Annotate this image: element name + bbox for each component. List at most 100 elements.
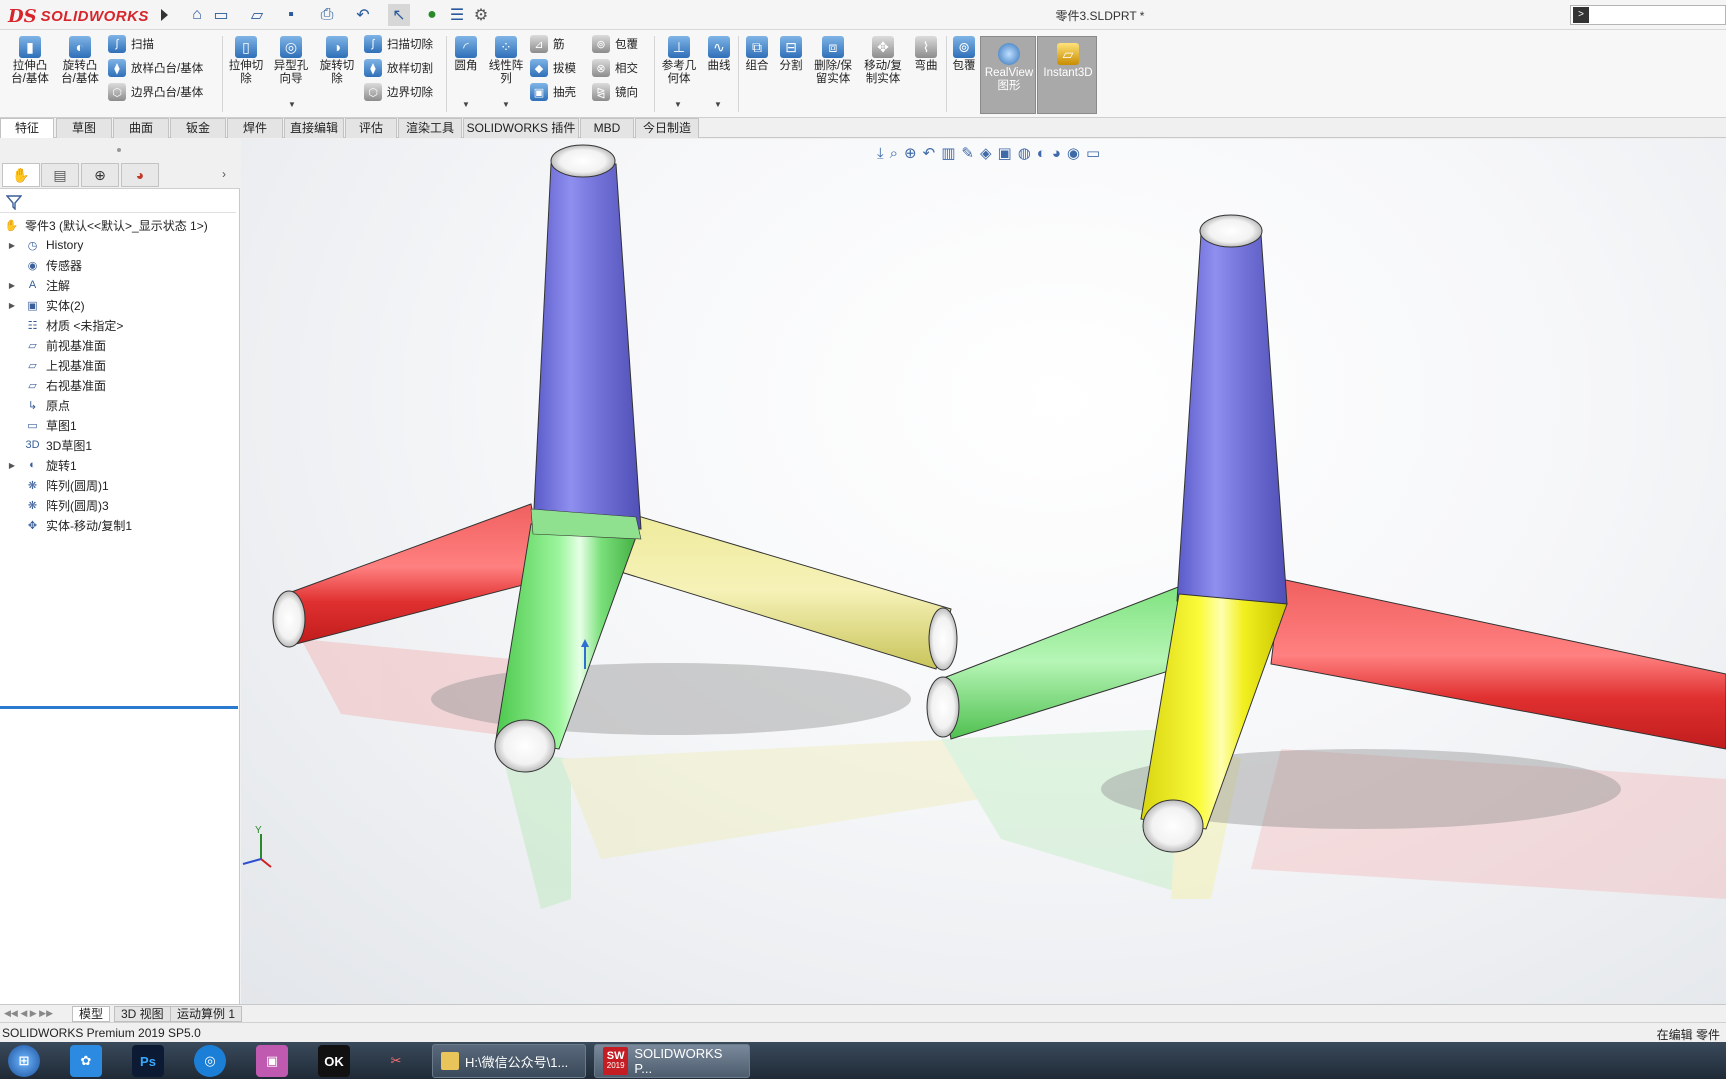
tool-icon[interactable]: ✂ xyxy=(380,1045,412,1077)
lofted-cut-button[interactable]: ⧫ 放样切割 xyxy=(364,58,433,78)
revolve-boss-button[interactable]: ◐ 旋转凸 台/基体 xyxy=(56,30,104,86)
tab-motion-study[interactable]: 运动算例 1 xyxy=(170,1006,243,1022)
move-copy-body-button[interactable]: ✥ 移动/复 制实体 xyxy=(858,30,908,86)
zoom-to-fit-icon[interactable]: ⌕ xyxy=(890,145,898,162)
split-button[interactable]: ⊟ 分割 xyxy=(774,30,808,73)
tree-item[interactable]: ▶ A 注解 xyxy=(0,275,240,295)
tab-render-tools[interactable]: 渲染工具 xyxy=(398,118,462,138)
boundary-boss-button[interactable]: ⬡ 边界凸台/基体 xyxy=(108,82,203,102)
tab-sheet-metal[interactable]: 钣金 xyxy=(170,118,226,138)
flex-button[interactable]: ⌇ 弯曲 xyxy=(908,30,944,73)
view-orientation-cube-icon[interactable]: ◈ xyxy=(980,144,992,162)
view-orientation-icon[interactable]: ⤓ xyxy=(877,145,884,162)
save-icon[interactable]: ▪ xyxy=(280,4,302,26)
dynamic-annotation-icon[interactable]: ✎ xyxy=(961,144,974,162)
undo-icon[interactable]: ↶ xyxy=(352,4,374,26)
tab-3d-views[interactable]: 3D 视图 xyxy=(114,1006,171,1022)
tree-item[interactable]: ✥ 实体-移动/复制1 xyxy=(0,515,240,535)
expand-arrow-icon[interactable]: ▶ xyxy=(6,301,18,310)
tree-item[interactable]: ▱ 前视基准面 xyxy=(0,335,240,355)
zoom-to-area-icon[interactable]: ⊕ xyxy=(904,144,917,162)
shell-button[interactable]: ▣ 抽壳 xyxy=(530,82,576,102)
extrude-boss-button[interactable]: ▮ 拉伸凸 台/基体 xyxy=(6,30,54,86)
expand-arrow-icon[interactable]: ▶ xyxy=(6,241,18,250)
instant3d-toggle[interactable]: ▱ Instant3D xyxy=(1037,36,1097,114)
wrap-large-button[interactable]: ⊚ 包覆 xyxy=(948,30,980,73)
open-icon[interactable]: ▱ xyxy=(246,4,268,26)
tree-item[interactable]: ▶ ▣ 实体(2) xyxy=(0,295,240,315)
rib-button[interactable]: ⊿ 筋 xyxy=(530,34,565,54)
tree-item[interactable]: ☷ 材质 <未指定> xyxy=(0,315,240,335)
fillet-button[interactable]: ◜ 圆角 xyxy=(448,30,484,73)
tree-item[interactable]: ▱ 上视基准面 xyxy=(0,355,240,375)
extrude-cut-button[interactable]: ▯ 拉伸切 除 xyxy=(224,30,268,86)
tree-item[interactable]: ↳ 原点 xyxy=(0,395,240,415)
swept-cut-button[interactable]: ∫ 扫描切除 xyxy=(364,34,433,54)
search-commands-box[interactable]: > xyxy=(1570,5,1726,25)
realview-graphics-toggle[interactable]: RealView 图形 xyxy=(980,36,1036,114)
browser-icon[interactable]: ◎ xyxy=(194,1045,226,1077)
select-icon[interactable]: ↖ xyxy=(388,4,410,26)
new-document-icon[interactable]: ▭ xyxy=(210,4,232,26)
tree-item[interactable]: ▶ ◷ History xyxy=(0,235,240,255)
taskbar-task-explorer[interactable]: H:\微信公众号\1... xyxy=(432,1044,586,1078)
display-manager-tab-icon[interactable]: ◕ xyxy=(121,163,159,187)
display-style-icon[interactable]: ▣ xyxy=(998,144,1012,162)
tab-sketch[interactable]: 草图 xyxy=(56,118,112,138)
reference-geometry-button[interactable]: ⊥ 参考几 何体 xyxy=(656,30,702,86)
boundary-cut-button[interactable]: ⬡ 边界切除 xyxy=(364,82,433,102)
taskbar-task-solidworks[interactable]: SW 2019 SOLIDWORKS P... xyxy=(594,1044,750,1078)
delete-keep-body-button[interactable]: ⧈ 删除/保 留实体 xyxy=(808,30,858,86)
menu-expand-icon[interactable] xyxy=(158,7,170,23)
hide-show-items-icon[interactable]: ◍ xyxy=(1018,144,1031,162)
previous-view-icon[interactable]: ↶ xyxy=(923,144,936,162)
tree-item[interactable]: ▭ 草图1 xyxy=(0,415,240,435)
loft-boss-button[interactable]: ⧫ 放样凸台/基体 xyxy=(108,58,203,78)
tree-root-part[interactable]: ✋ 零件3 (默认<<默认>_显示状态 1>) xyxy=(0,215,240,235)
graphics-area[interactable]: Y Z ⤓ ⌕ ⊕ ↶ ▥ ✎ ◈ ▣ ◍ ◐ ◕ ◉ ▭ xyxy=(241,139,1726,1004)
mirror-button[interactable]: ⧎ 镜向 xyxy=(592,82,638,102)
tab-solidworks-addins[interactable]: SOLIDWORKS 插件 xyxy=(463,118,579,138)
tab-direct-editing[interactable]: 直接编辑 xyxy=(284,118,344,138)
options-icon[interactable]: ⚙ xyxy=(470,4,492,26)
curves-dropdown-icon[interactable]: ▼ xyxy=(714,100,722,109)
linear-pattern-button[interactable]: ⁘ 线性阵 列 xyxy=(486,30,526,86)
tab-mbd[interactable]: MBD xyxy=(580,118,634,138)
linear-pattern-dropdown-icon[interactable]: ▼ xyxy=(502,100,510,109)
solidworks-logo[interactable]: DS SOLIDWORKS xyxy=(8,4,156,28)
tree-item[interactable]: ❋ 阵列(圆周)3 xyxy=(0,495,240,515)
draft-button[interactable]: ◆ 拔模 xyxy=(530,58,576,78)
tab-scroll-arrows-icon[interactable]: ◀◀ ◀ ▶ ▶▶ xyxy=(4,1008,53,1019)
panel-resize-handle[interactable] xyxy=(0,139,240,161)
ok-app-icon[interactable]: OK xyxy=(318,1045,350,1077)
tree-filter-row[interactable] xyxy=(0,191,236,213)
tree-item[interactable]: 3D 3D草图1 xyxy=(0,435,240,455)
feature-manager-tab-icon[interactable]: ✋ xyxy=(2,163,40,187)
tab-manufacturing[interactable]: 今日制造 xyxy=(635,118,699,138)
tab-features[interactable]: 特征 xyxy=(0,118,54,138)
tab-evaluate[interactable]: 评估 xyxy=(345,118,397,138)
tab-surfaces[interactable]: 曲面 xyxy=(113,118,169,138)
edit-appearance-icon[interactable]: ◐ xyxy=(1037,145,1046,162)
sweep-button[interactable]: ∫ 扫描 xyxy=(108,34,154,54)
tab-weldments[interactable]: 焊件 xyxy=(227,118,283,138)
display-monitor-icon[interactable]: ▭ xyxy=(1086,144,1100,162)
tree-item[interactable]: ❋ 阵列(圆周)1 xyxy=(0,475,240,495)
file-properties-icon[interactable]: ☰ xyxy=(446,4,468,26)
reference-geometry-dropdown-icon[interactable]: ▼ xyxy=(674,100,682,109)
curves-button[interactable]: ∿ 曲线 xyxy=(702,30,736,73)
section-view-icon[interactable]: ▥ xyxy=(941,144,955,162)
combine-button[interactable]: ⧉ 组合 xyxy=(740,30,774,73)
home-icon[interactable]: ⌂ xyxy=(186,4,208,26)
rebuild-icon[interactable]: ● xyxy=(424,4,440,26)
paint-icon[interactable]: ▣ xyxy=(256,1045,288,1077)
apply-scene-icon[interactable]: ◕ xyxy=(1052,145,1061,162)
print-icon[interactable]: ⎙ xyxy=(316,4,338,26)
intersect-button[interactable]: ⊗ 相交 xyxy=(592,58,638,78)
photos-icon[interactable]: ✿ xyxy=(70,1045,102,1077)
configuration-manager-tab-icon[interactable]: ⊕ xyxy=(81,163,119,187)
revolve-cut-button[interactable]: ◑ 旋转切 除 xyxy=(314,30,360,86)
property-manager-tab-icon[interactable]: ▤ xyxy=(41,163,79,187)
tree-item[interactable]: ◉ 传感器 xyxy=(0,255,240,275)
hole-wizard-button[interactable]: ◎ 异型孔 向导 xyxy=(268,30,314,86)
